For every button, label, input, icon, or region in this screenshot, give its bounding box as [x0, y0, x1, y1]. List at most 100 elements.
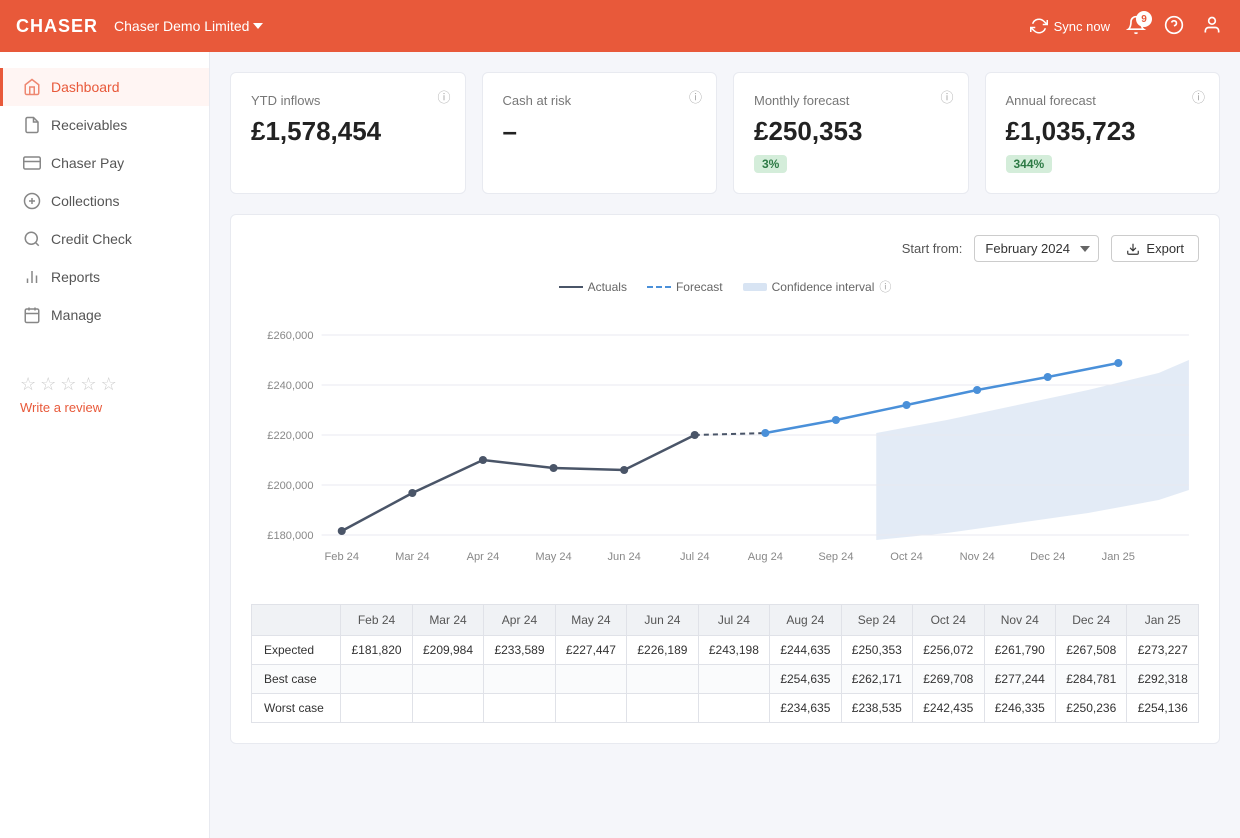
user-button[interactable]: [1202, 15, 1224, 37]
chart-section: Start from: February 2024 January 2024 M…: [230, 214, 1220, 744]
sidebar-item-receivables[interactable]: Receivables: [0, 106, 209, 144]
table-cell: [555, 694, 626, 723]
svg-text:£260,000: £260,000: [267, 330, 313, 342]
top-navigation: CHASER Chaser Demo Limited Sync now 9: [0, 0, 1240, 52]
legend-confidence: Confidence interval ⓘ: [743, 278, 892, 295]
download-icon: [1126, 242, 1140, 256]
kpi-label-monthly: Monthly forecast: [754, 93, 948, 108]
table-cell: £256,072: [913, 636, 984, 665]
forecast-line-icon: [647, 286, 671, 288]
col-header-mar24: Mar 24: [412, 605, 483, 636]
sidebar: Dashboard Receivables Chaser Pay Collect…: [0, 52, 210, 838]
table-cell: £261,790: [984, 636, 1055, 665]
svg-text:Mar 24: Mar 24: [395, 551, 429, 563]
kpi-value-cash: –: [503, 116, 697, 147]
info-icon-monthly[interactable]: ⓘ: [940, 87, 953, 106]
logo: CHASER: [16, 16, 98, 37]
sidebar-label-manage: Manage: [51, 307, 102, 323]
chevron-down-icon: [253, 23, 263, 29]
table-cell: £226,189: [627, 636, 698, 665]
dollar-circle-icon: [23, 192, 41, 210]
notification-badge: 9: [1136, 11, 1152, 27]
svg-text:Apr 24: Apr 24: [467, 551, 500, 563]
info-icon-annual[interactable]: ⓘ: [1192, 87, 1205, 106]
info-icon-ytd[interactable]: ⓘ: [437, 87, 450, 106]
table-cell: £227,447: [555, 636, 626, 665]
table-cell: £273,227: [1127, 636, 1199, 665]
table-cell: £254,136: [1127, 694, 1199, 723]
table-cell: £243,198: [698, 636, 769, 665]
table-cell: [698, 665, 769, 694]
col-header-jan25: Jan 25: [1127, 605, 1199, 636]
kpi-value-ytd: £1,578,454: [251, 116, 445, 147]
sidebar-label-receivables: Receivables: [51, 117, 127, 133]
svg-text:£240,000: £240,000: [267, 380, 313, 392]
star-rating[interactable]: ☆☆☆☆☆: [20, 374, 189, 395]
table-cell: [698, 694, 769, 723]
table-cell: [555, 665, 626, 694]
home-icon: [23, 78, 41, 96]
table-cell: £250,353: [841, 636, 912, 665]
sidebar-item-collections[interactable]: Collections: [0, 182, 209, 220]
table-cell: [341, 694, 412, 723]
legend-forecast: Forecast: [647, 280, 723, 294]
kpi-card-monthly-forecast: Monthly forecast £250,353 3% ⓘ: [733, 72, 969, 194]
col-header-feb24: Feb 24: [341, 605, 412, 636]
table-cell: £292,318: [1127, 665, 1199, 694]
table-cell: [341, 665, 412, 694]
sidebar-item-chaser-pay[interactable]: Chaser Pay: [0, 144, 209, 182]
table-cell: £284,781: [1055, 665, 1126, 694]
table-cell: £209,984: [412, 636, 483, 665]
table-cell: £244,635: [770, 636, 841, 665]
sidebar-label-chaser-pay: Chaser Pay: [51, 155, 124, 171]
kpi-card-cash-at-risk: Cash at risk – ⓘ: [482, 72, 718, 194]
sync-button[interactable]: Sync now: [1030, 17, 1110, 35]
table-cell: £277,244: [984, 665, 1055, 694]
svg-text:Jan 25: Jan 25: [1102, 551, 1135, 563]
table-cell: [627, 694, 698, 723]
table-row: Expected£181,820£209,984£233,589£227,447…: [252, 636, 1199, 665]
help-button[interactable]: [1164, 15, 1186, 37]
forecast-table: Feb 24 Mar 24 Apr 24 May 24 Jun 24 Jul 2…: [251, 604, 1199, 723]
svg-text:Oct 24: Oct 24: [890, 551, 923, 563]
sidebar-label-credit-check: Credit Check: [51, 231, 132, 247]
col-header-aug24: Aug 24: [770, 605, 841, 636]
sidebar-item-manage[interactable]: Manage: [0, 296, 209, 334]
sidebar-item-dashboard[interactable]: Dashboard: [0, 68, 209, 106]
col-header-dec24: Dec 24: [1055, 605, 1126, 636]
svg-text:Dec 24: Dec 24: [1030, 551, 1065, 563]
export-button[interactable]: Export: [1111, 235, 1199, 262]
table-cell: £233,589: [484, 636, 555, 665]
confidence-info-icon[interactable]: ⓘ: [879, 278, 891, 295]
sidebar-item-reports[interactable]: Reports: [0, 258, 209, 296]
file-icon: [23, 116, 41, 134]
table-cell: £269,708: [913, 665, 984, 694]
sidebar-item-credit-check[interactable]: Credit Check: [0, 220, 209, 258]
kpi-badge-annual: 344%: [1006, 155, 1053, 173]
row-label: Worst case: [252, 694, 341, 723]
table-cell: [412, 694, 483, 723]
table-cell: £254,635: [770, 665, 841, 694]
calendar-icon: [23, 306, 41, 324]
svg-text:£220,000: £220,000: [267, 430, 313, 442]
confidence-area-icon: [743, 283, 767, 291]
col-header-sep24: Sep 24: [841, 605, 912, 636]
info-icon-cash[interactable]: ⓘ: [689, 87, 702, 106]
col-header-apr24: Apr 24: [484, 605, 555, 636]
table-cell: £181,820: [341, 636, 412, 665]
kpi-badge-monthly: 3%: [754, 155, 787, 173]
row-label: Expected: [252, 636, 341, 665]
bar-chart-icon: [23, 268, 41, 286]
table-cell: £267,508: [1055, 636, 1126, 665]
svg-text:May 24: May 24: [535, 551, 571, 563]
kpi-label-ytd: YTD inflows: [251, 93, 445, 108]
legend-actuals: Actuals: [559, 280, 627, 294]
table-cell: [627, 665, 698, 694]
table-cell: £262,171: [841, 665, 912, 694]
notifications-button[interactable]: 9: [1126, 15, 1148, 37]
table-cell: £250,236: [1055, 694, 1126, 723]
main-content: YTD inflows £1,578,454 ⓘ Cash at risk – …: [210, 52, 1240, 838]
company-selector[interactable]: Chaser Demo Limited: [114, 18, 263, 34]
write-review-link[interactable]: Write a review: [20, 400, 102, 415]
start-from-select[interactable]: February 2024 January 2024 March 2024: [974, 235, 1099, 262]
